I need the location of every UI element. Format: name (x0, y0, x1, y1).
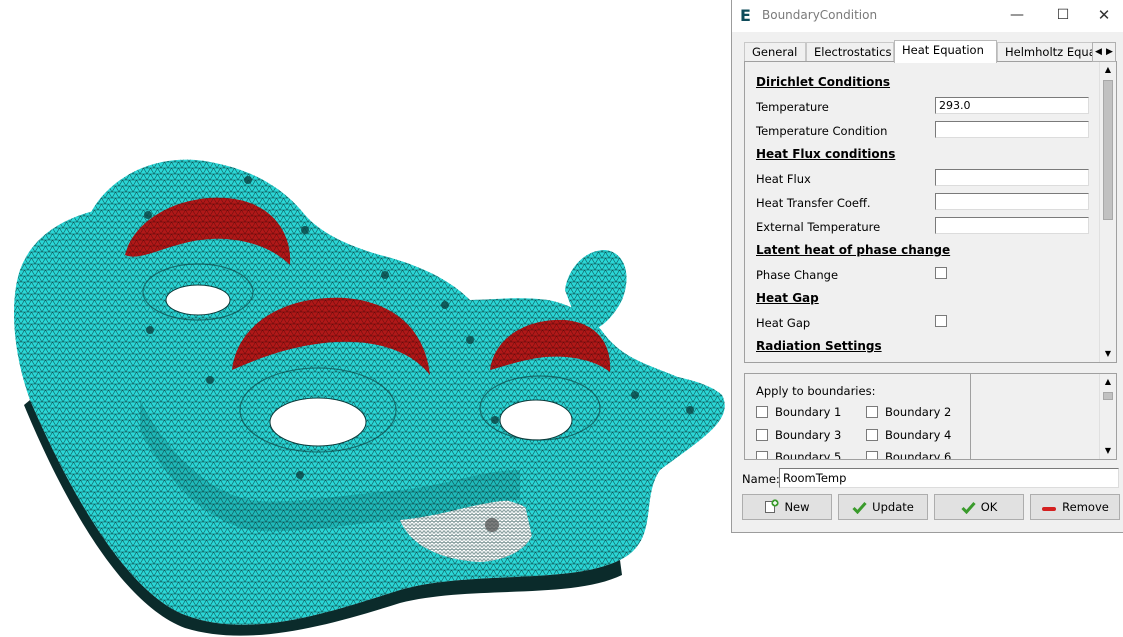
temperature-input[interactable]: 293.0 (935, 97, 1089, 114)
phase-change-label: Phase Change (756, 268, 839, 282)
heat-transfer-coeff-input[interactable] (935, 193, 1089, 210)
app-logo-icon: E (740, 6, 751, 25)
tab-general[interactable]: General (744, 42, 806, 62)
temperature-condition-input[interactable] (935, 121, 1089, 138)
checkbox-icon[interactable] (756, 451, 768, 459)
close-button[interactable]: ✕ (1081, 0, 1123, 32)
scroll-down-icon[interactable]: ▼ (1100, 443, 1116, 459)
mesh-viewport[interactable] (0, 0, 731, 637)
tab-scroll-left-icon[interactable]: ◀ (1093, 43, 1104, 61)
dirichlet-section-title: Dirichlet Conditions (756, 75, 891, 89)
phase-change-checkbox[interactable] (935, 267, 947, 279)
checkmark-icon (961, 498, 976, 522)
scroll-thumb[interactable] (1103, 392, 1113, 400)
minimize-button[interactable]: — (994, 0, 1040, 32)
boundary-label: Boundary 3 (775, 428, 842, 442)
boundary-label: Boundary 6 (885, 450, 952, 460)
apply-to-boundaries-group: Apply to boundaries: Boundary 1 Boundary… (745, 374, 971, 460)
window-title: BoundaryCondition (762, 8, 878, 22)
temperature-condition-label: Temperature Condition (756, 124, 888, 138)
boundary-checkbox-2[interactable]: Boundary 2 (866, 405, 951, 419)
external-temperature-label: External Temperature (756, 220, 881, 234)
remove-button-label: Remove (1062, 500, 1109, 514)
checkbox-icon[interactable] (756, 429, 768, 441)
boundary-checkbox-6[interactable]: Boundary 6 (866, 450, 952, 460)
new-button[interactable]: New (742, 494, 832, 520)
boundary-checkbox-5[interactable]: Boundary 5 (756, 450, 842, 460)
boundary-checkbox-4[interactable]: Boundary 4 (866, 428, 951, 442)
tab-scroll-right-icon[interactable]: ▶ (1104, 43, 1115, 61)
heat-flux-input[interactable] (935, 169, 1089, 186)
checkmark-icon (852, 498, 867, 522)
heat-flux-section-title: Heat Flux conditions (756, 147, 896, 161)
name-label: Name: (742, 472, 780, 486)
boundary-checkbox-1[interactable]: Boundary 1 (756, 405, 841, 419)
ok-button-label: OK (980, 500, 998, 514)
scroll-thumb[interactable] (1103, 80, 1113, 220)
checkbox-icon[interactable] (756, 406, 768, 418)
ok-button[interactable]: OK (934, 494, 1024, 520)
heat-gap-section-title: Heat Gap (756, 291, 819, 305)
radiation-section-title: Radiation Settings (756, 339, 882, 353)
scroll-up-icon[interactable]: ▲ (1100, 374, 1116, 390)
tab-electrostatics[interactable]: Electrostatics (806, 42, 894, 62)
new-document-icon (764, 498, 780, 522)
mesh-model[interactable] (0, 0, 731, 637)
properties-scrollbar[interactable]: ▲ ▼ (1099, 62, 1116, 362)
boundary-condition-dialog: E BoundaryCondition — ☐ ✕ General Electr… (731, 0, 1123, 533)
tab-scroll-control: ◀ ▶ (1092, 42, 1116, 62)
apply-to-boundaries-title: Apply to boundaries: (756, 384, 876, 398)
checkbox-icon[interactable] (866, 451, 878, 459)
tab-bar: General Electrostatics Heat Equation Hel… (744, 40, 1116, 63)
scroll-down-icon[interactable]: ▼ (1100, 346, 1116, 362)
heat-gap-label: Heat Gap (756, 316, 811, 330)
boundaries-scrollbar[interactable]: ▲ ▼ (1099, 374, 1116, 459)
latent-heat-section-title: Latent heat of phase change (756, 243, 951, 257)
maximize-button[interactable]: ☐ (1040, 0, 1086, 32)
boundary-label: Boundary 4 (885, 428, 952, 442)
heat-gap-checkbox[interactable] (935, 315, 947, 327)
heat-equation-panel: Dirichlet Conditions Temperature 293.0 T… (744, 61, 1117, 363)
temperature-label: Temperature (756, 100, 829, 114)
boundary-checkbox-3[interactable]: Boundary 3 (756, 428, 841, 442)
tab-heat-equation[interactable]: Heat Equation (894, 40, 997, 63)
name-input[interactable]: RoomTemp (779, 468, 1119, 488)
boundaries-list: Apply to boundaries: Boundary 1 Boundary… (744, 373, 1117, 460)
heat-flux-label: Heat Flux (756, 172, 811, 186)
tab-helmholtz-equation[interactable]: Helmholtz Equat (997, 42, 1097, 62)
heat-transfer-coeff-label: Heat Transfer Coeff. (756, 196, 871, 210)
boundary-label: Boundary 2 (885, 405, 952, 419)
minus-icon (1041, 498, 1057, 522)
title-bar[interactable]: E BoundaryCondition — ☐ ✕ (732, 0, 1123, 32)
checkbox-icon[interactable] (866, 406, 878, 418)
new-button-label: New (784, 500, 810, 514)
update-button-label: Update (872, 500, 914, 514)
boundary-label: Boundary 5 (775, 450, 842, 460)
boundary-label: Boundary 1 (775, 405, 842, 419)
remove-button[interactable]: Remove (1030, 494, 1120, 520)
external-temperature-input[interactable] (935, 217, 1089, 234)
scroll-up-icon[interactable]: ▲ (1100, 62, 1116, 78)
update-button[interactable]: Update (838, 494, 928, 520)
checkbox-icon[interactable] (866, 429, 878, 441)
